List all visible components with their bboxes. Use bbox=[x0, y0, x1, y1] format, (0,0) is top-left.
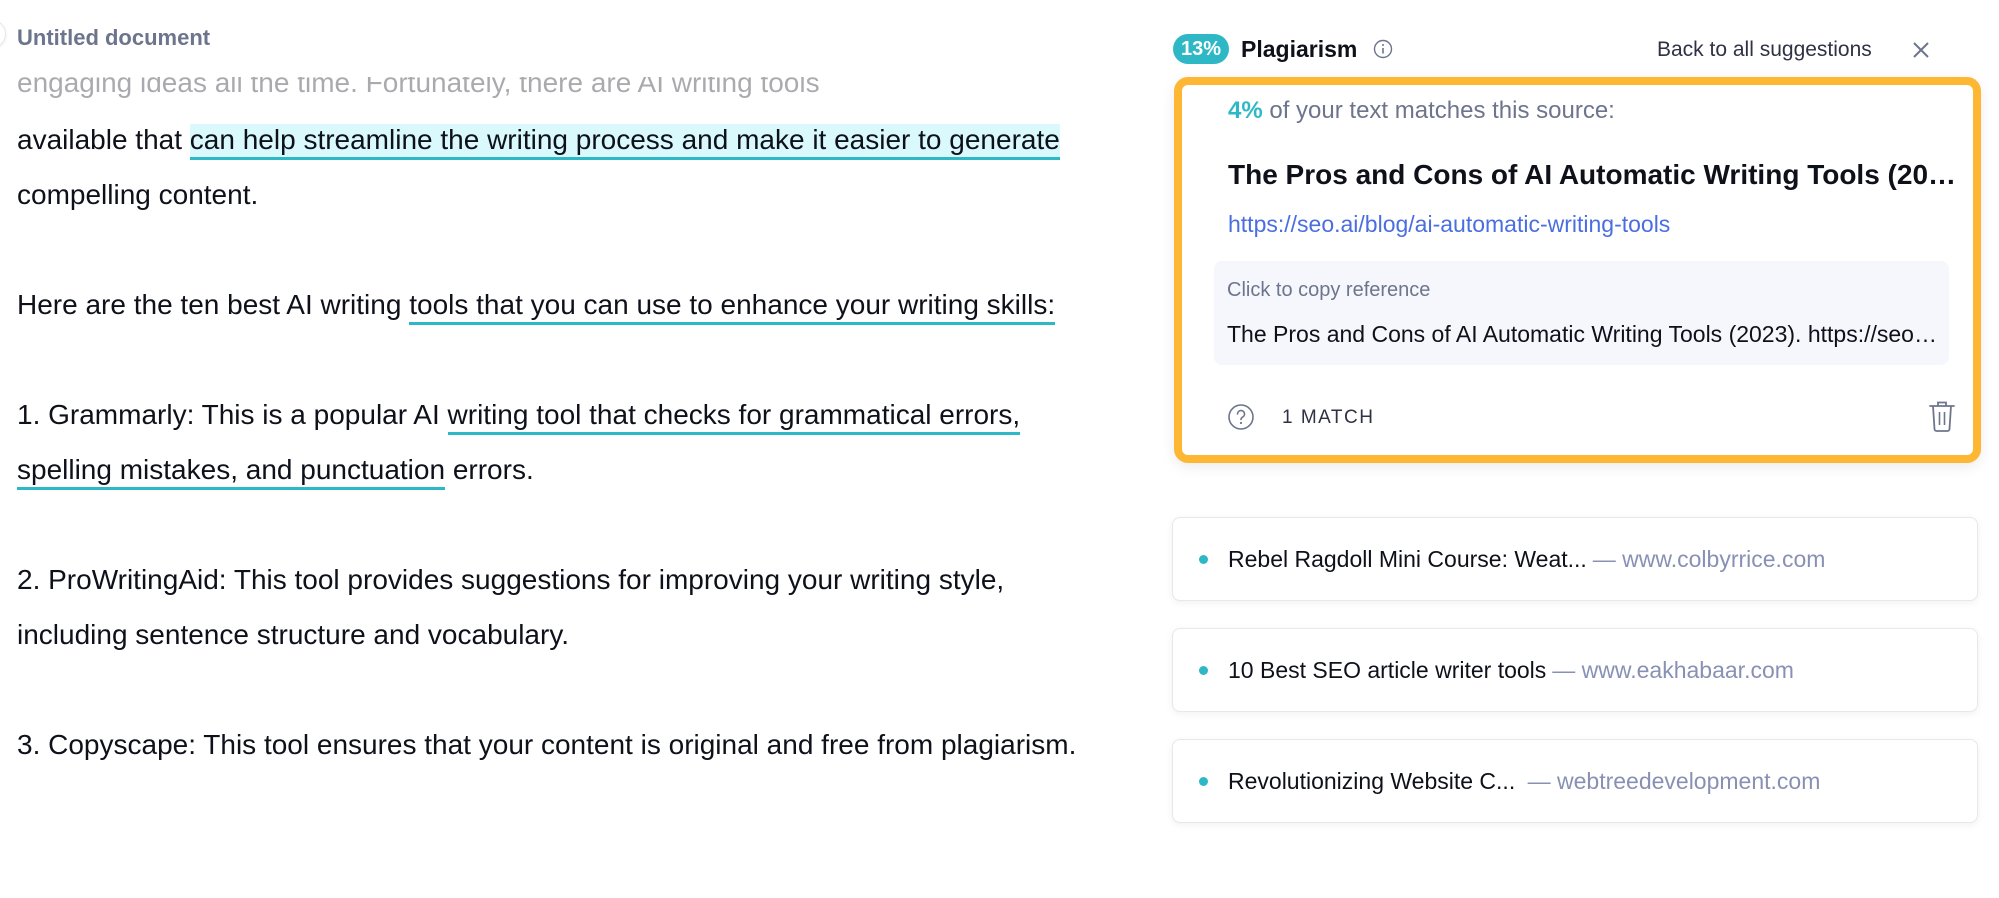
bullet-dot-icon bbox=[1199, 554, 1208, 564]
text-segment: available that bbox=[17, 124, 190, 155]
info-icon[interactable] bbox=[1373, 39, 1393, 59]
bullet-dot-icon bbox=[1199, 776, 1208, 786]
document-editor[interactable]: Untitled document engaging ideas all the… bbox=[0, 0, 1100, 898]
match-description: of your text matches this source: bbox=[1262, 97, 1615, 124]
text-segment: 2. ProWritingAid: This tool provides sug… bbox=[17, 564, 1005, 650]
text-segment: errors. bbox=[445, 454, 534, 485]
source-item-domain: — www.eakhabaar.com bbox=[1552, 656, 1794, 683]
text-segment: 3. Copyscape: This tool ensures that you… bbox=[17, 729, 1077, 760]
source-url-link[interactable]: https://seo.ai/blog/ai-automatic-writing… bbox=[1228, 211, 1670, 238]
source-item-title: Rebel Ragdoll Mini Course: Weat... bbox=[1228, 545, 1587, 572]
copy-reference-box[interactable]: Click to copy reference The Pros and Con… bbox=[1214, 261, 1949, 365]
source-item-title: 10 Best SEO article writer tools bbox=[1228, 656, 1547, 683]
source-item-title: Revolutionizing Website C... bbox=[1228, 767, 1522, 794]
question-circle-icon[interactable] bbox=[1227, 403, 1255, 431]
document-body[interactable]: available that can help streamline the w… bbox=[17, 112, 1077, 772]
source-item-domain: — webtreedevelopment.com bbox=[1527, 767, 1821, 794]
source-list-item[interactable]: Revolutionizing Website C... — webtreede… bbox=[1172, 739, 1978, 823]
bullet-dot-icon bbox=[1199, 665, 1208, 675]
source-title: The Pros and Cons of AI Automatic Writin… bbox=[1228, 159, 1958, 190]
match-percentage: 4% bbox=[1228, 97, 1263, 124]
panel-title: Plagiarism bbox=[1241, 35, 1358, 62]
sidebar-toggle-button[interactable] bbox=[0, 20, 6, 48]
trash-icon[interactable] bbox=[1927, 399, 1957, 433]
document-title[interactable]: Untitled document bbox=[17, 25, 221, 51]
text-segment: Here are the ten best AI writing bbox=[17, 289, 410, 320]
text-segment: compelling content. bbox=[17, 179, 259, 210]
source-list-item[interactable]: 10 Best SEO article writer tools — www.e… bbox=[1172, 628, 1978, 712]
panel-header: 13% Plagiarism bbox=[1173, 34, 1393, 64]
source-item-domain: — www.colbyrrice.com bbox=[1592, 545, 1826, 572]
paragraph: Here are the ten best AI writing tools t… bbox=[17, 277, 1077, 332]
plagiarism-panel: 13% Plagiarism Back to all suggestions 4… bbox=[1165, 0, 1999, 898]
active-source-card: 4% of your text matches this source: The… bbox=[1174, 77, 1981, 463]
plagiarism-score-badge: 13% bbox=[1173, 34, 1230, 64]
paragraph: 2. ProWritingAid: This tool provides sug… bbox=[17, 552, 1077, 662]
scrolled-text-line: engaging ideas all the time. Fortunately… bbox=[17, 67, 820, 98]
paragraph: 3. Copyscape: This tool ensures that you… bbox=[17, 717, 1077, 772]
source-list-item[interactable]: Rebel Ragdoll Mini Course: Weat... — www… bbox=[1172, 517, 1978, 601]
plagiarism-highlight[interactable]: tools that you can use to enhance your w… bbox=[409, 289, 1056, 325]
paragraph: 1. Grammarly: This is a popular AI writi… bbox=[17, 387, 1077, 497]
reference-text: The Pros and Cons of AI Automatic Writin… bbox=[1227, 321, 1939, 347]
plagiarism-highlight-active[interactable]: can help streamline the writing process … bbox=[189, 124, 1060, 160]
text-segment: 1. Grammarly: This is a popular AI bbox=[17, 399, 448, 430]
close-icon[interactable] bbox=[1909, 38, 1933, 62]
paragraph: available that can help streamline the w… bbox=[17, 112, 1077, 222]
match-count: 1 MATCH bbox=[1282, 407, 1375, 428]
back-to-suggestions-link[interactable]: Back to all suggestions bbox=[1657, 38, 1872, 62]
match-percentage-text: 4% of your text matches this source: bbox=[1228, 97, 1615, 125]
copy-reference-label: Click to copy reference bbox=[1227, 279, 1431, 301]
